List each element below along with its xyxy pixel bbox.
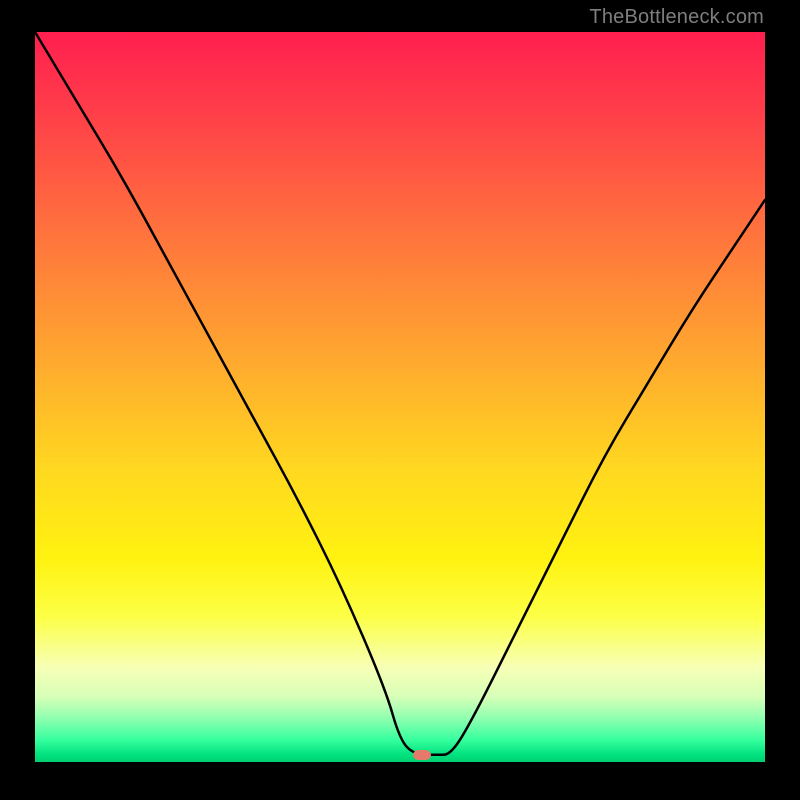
watermark-text: TheBottleneck.com	[589, 6, 764, 29]
plot-area	[35, 32, 765, 762]
chart-frame: TheBottleneck.com	[0, 0, 800, 800]
optimal-marker	[413, 750, 431, 760]
bottleneck-curve	[35, 32, 765, 762]
